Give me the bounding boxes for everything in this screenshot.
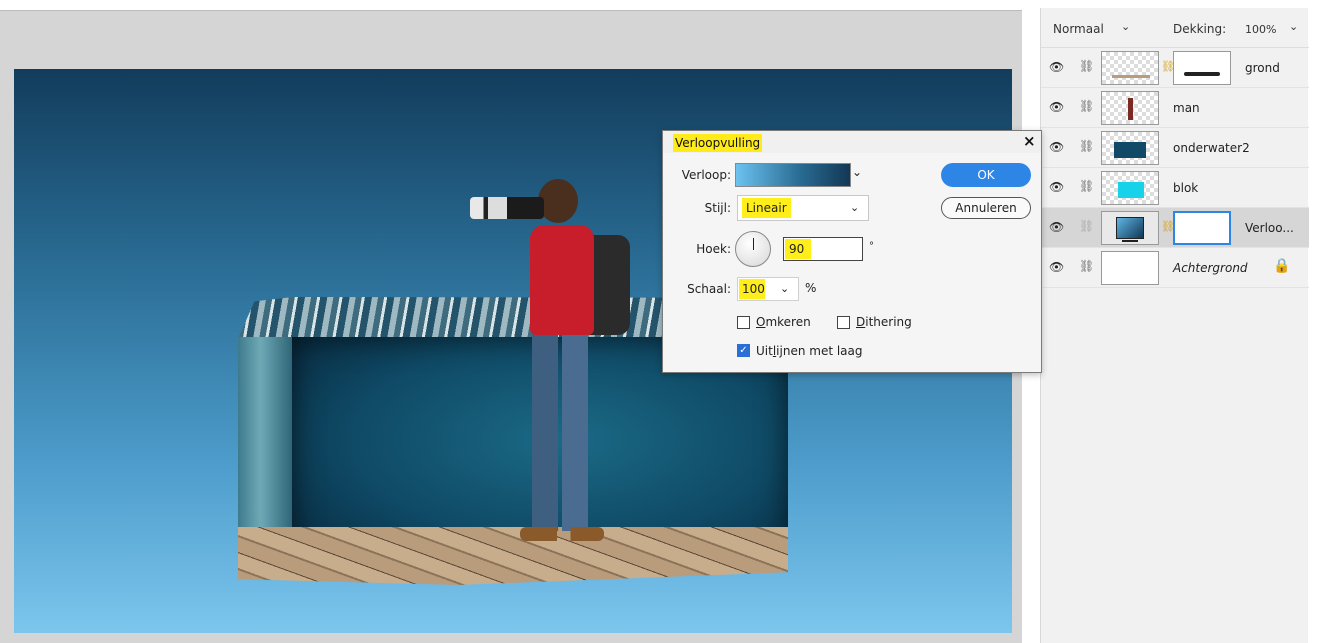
link-icon[interactable]: ⛓ bbox=[1079, 59, 1094, 73]
eye-icon[interactable]: 👁 bbox=[1049, 260, 1064, 274]
angle-value: 90 bbox=[785, 239, 811, 259]
head bbox=[538, 179, 578, 223]
layer-name[interactable]: grond bbox=[1245, 61, 1280, 75]
layer-name[interactable]: man bbox=[1173, 101, 1200, 115]
chevron-down-icon[interactable]: ⌄ bbox=[780, 282, 789, 295]
eye-icon[interactable]: 👁 bbox=[1049, 100, 1064, 114]
scale-combobox[interactable]: 100 ⌄ bbox=[737, 277, 799, 301]
layer-row-man[interactable]: 👁 ⛓ man bbox=[1041, 88, 1309, 128]
style-select[interactable]: Lineair ⌄ bbox=[737, 195, 869, 221]
layer-thumbnail bbox=[1101, 91, 1159, 125]
angle-input[interactable]: 90 bbox=[783, 237, 863, 261]
camera bbox=[470, 197, 544, 219]
angle-label: Hoek: bbox=[696, 242, 731, 256]
chevron-down-icon[interactable]: ⌄ bbox=[1121, 20, 1130, 33]
gradient-swatch[interactable] bbox=[735, 163, 851, 187]
eye-icon[interactable]: 👁 bbox=[1049, 60, 1064, 74]
layers-panel: Normaal ⌄ Dekking: 100% ⌄ 👁 ⛓ ⛓ grond 👁 … bbox=[1040, 8, 1309, 643]
layer-thumbnail bbox=[1101, 171, 1159, 205]
style-label: Stijl: bbox=[704, 201, 731, 215]
scale-value: 100 bbox=[739, 279, 765, 299]
link-icon[interactable]: ⛓ bbox=[1079, 219, 1094, 233]
layer-name[interactable]: Verloo... bbox=[1245, 221, 1294, 235]
shoes bbox=[520, 527, 604, 541]
chevron-down-icon: ⌄ bbox=[850, 201, 860, 214]
layers-header: Normaal ⌄ Dekking: 100% ⌄ bbox=[1041, 8, 1309, 48]
eye-icon[interactable]: 👁 bbox=[1049, 220, 1064, 234]
angle-indicator bbox=[753, 238, 754, 250]
align-with-layer-checkbox[interactable]: ✓ bbox=[737, 344, 750, 357]
red-shirt bbox=[530, 225, 594, 335]
reverse-label[interactable]: Omkeren bbox=[756, 315, 811, 329]
layer-row-verloopvulling[interactable]: 👁 ⛓ ⛓ Verloo... bbox=[1041, 208, 1309, 248]
fill-layer-thumbnail[interactable] bbox=[1101, 211, 1159, 245]
layer-row-achtergrond[interactable]: 👁 ⛓ Achtergrond 🔒 bbox=[1041, 248, 1309, 288]
link-icon[interactable]: ⛓ bbox=[1079, 259, 1094, 273]
scale-label: Schaal: bbox=[687, 282, 731, 296]
gradient-label: Verloop: bbox=[681, 168, 731, 182]
eye-icon[interactable]: 👁 bbox=[1049, 140, 1064, 154]
layer-mask-thumbnail[interactable] bbox=[1173, 211, 1231, 245]
link-icon[interactable]: ⛓ bbox=[1079, 99, 1094, 113]
layer-thumbnail bbox=[1101, 131, 1159, 165]
degree-unit: ° bbox=[869, 241, 874, 252]
ok-button[interactable]: OK bbox=[941, 163, 1031, 187]
close-icon[interactable]: × bbox=[1023, 132, 1036, 150]
layer-row-onderwater2[interactable]: 👁 ⛓ onderwater2 bbox=[1041, 128, 1309, 168]
percent-unit: % bbox=[805, 281, 817, 295]
gradient-fill-dialog: Verloopvulling × Verloop: ⌄ Stijl: Linea… bbox=[662, 130, 1042, 373]
opacity-value[interactable]: 100% bbox=[1245, 23, 1276, 36]
dialog-titlebar[interactable]: Verloopvulling × bbox=[663, 131, 1041, 153]
layer-name[interactable]: onderwater2 bbox=[1173, 141, 1250, 155]
dither-label[interactable]: Dithering bbox=[856, 315, 912, 329]
link-icon[interactable]: ⛓ bbox=[1079, 139, 1094, 153]
photographer-figure bbox=[470, 165, 630, 557]
chevron-down-icon[interactable]: ⌄ bbox=[1289, 20, 1298, 33]
layer-name[interactable]: Achtergrond bbox=[1173, 261, 1248, 275]
opacity-label: Dekking: bbox=[1173, 22, 1227, 36]
angle-dial[interactable] bbox=[735, 231, 771, 267]
style-value: Lineair bbox=[742, 198, 791, 218]
link-icon[interactable]: ⛓ bbox=[1079, 179, 1094, 193]
blend-mode-select[interactable]: Normaal bbox=[1053, 22, 1104, 36]
legs bbox=[532, 331, 588, 531]
align-with-layer-label[interactable]: Uitlijnen met laag bbox=[756, 344, 863, 358]
eye-icon[interactable]: 👁 bbox=[1049, 180, 1064, 194]
dialog-title: Verloopvulling bbox=[673, 134, 763, 152]
layer-thumbnail bbox=[1101, 51, 1159, 85]
layer-name[interactable]: blok bbox=[1173, 181, 1198, 195]
layer-row-blok[interactable]: 👁 ⛓ blok bbox=[1041, 168, 1309, 208]
chevron-down-icon[interactable]: ⌄ bbox=[852, 165, 862, 179]
cancel-button[interactable]: Annuleren bbox=[941, 197, 1031, 219]
reverse-checkbox[interactable] bbox=[737, 316, 750, 329]
layer-row-grond[interactable]: 👁 ⛓ ⛓ grond bbox=[1041, 48, 1309, 88]
dither-checkbox[interactable] bbox=[837, 316, 850, 329]
layer-thumbnail bbox=[1101, 251, 1159, 285]
layer-mask-thumbnail[interactable] bbox=[1173, 51, 1231, 85]
lock-icon[interactable]: 🔒 bbox=[1273, 258, 1290, 274]
